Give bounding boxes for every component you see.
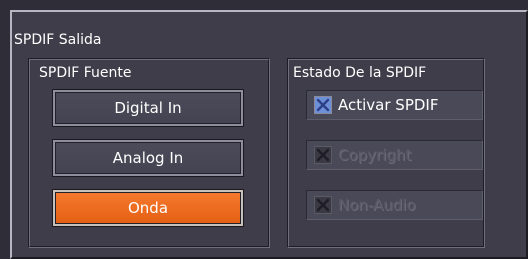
enable-spdif-label: Activar SPDIF xyxy=(338,96,439,114)
non-audio-option: Non-Audio xyxy=(306,190,483,220)
checkmark-x-icon xyxy=(316,148,330,162)
window-canvas: SPDIF Salida SPDIF Fuente Digital In Ana… xyxy=(0,0,528,259)
checkmark-x-icon xyxy=(316,98,330,112)
non-audio-checkbox xyxy=(314,196,332,214)
non-audio-label: Non-Audio xyxy=(338,196,416,214)
digital-in-button[interactable]: Digital In xyxy=(52,89,244,127)
copyright-label: Copyright xyxy=(338,146,412,164)
spdif-status-group-title: Estado De la SPDIF xyxy=(293,65,427,81)
enable-spdif-checkbox[interactable] xyxy=(314,96,332,114)
copyright-checkbox xyxy=(314,146,332,164)
checkmark-x-icon xyxy=(316,198,330,212)
spdif-source-group-title: SPDIF Fuente xyxy=(39,65,132,81)
onda-button[interactable]: Onda xyxy=(52,189,244,227)
analog-in-button[interactable]: Analog In xyxy=(52,139,244,177)
panel-title: SPDIF Salida xyxy=(14,32,102,48)
copyright-option: Copyright xyxy=(306,140,483,170)
enable-spdif-option[interactable]: Activar SPDIF xyxy=(306,90,483,120)
